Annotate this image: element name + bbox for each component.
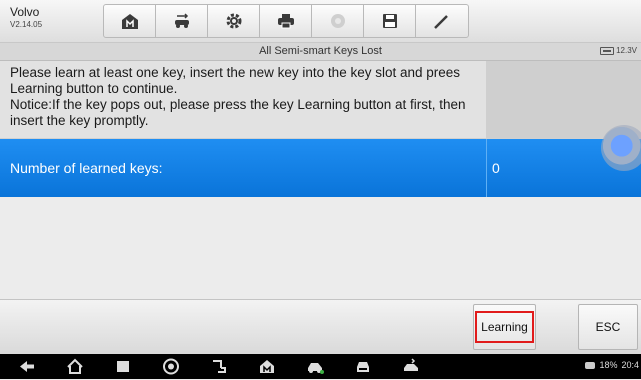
help-button[interactable] <box>312 5 364 37</box>
app-brand: Volvo V2.14.05 <box>10 6 42 30</box>
settings-button[interactable] <box>208 5 260 37</box>
floating-assist-button[interactable] <box>601 125 641 171</box>
recent-apps-icon[interactable] <box>114 358 132 375</box>
clock: 20:4 <box>621 360 639 370</box>
row-divider <box>486 139 487 197</box>
app-name: Volvo <box>10 5 40 19</box>
save-icon <box>382 14 397 28</box>
vehicle-swap-button[interactable] <box>156 5 208 37</box>
link-icon[interactable] <box>210 358 228 375</box>
vehicle-swap-icon <box>174 13 189 28</box>
car-front-icon[interactable] <box>354 358 372 375</box>
home-icon <box>121 14 138 29</box>
learning-button[interactable]: Learning <box>473 304 536 350</box>
top-toolbar: Volvo V2.14.05 <box>0 0 641 43</box>
battery-percent: 18% <box>599 360 618 370</box>
gear-icon <box>226 13 241 29</box>
home-icon[interactable] <box>66 358 84 375</box>
help-icon <box>330 14 345 28</box>
voltage-indicator: 12.3V <box>600 46 637 55</box>
app-home-icon[interactable] <box>258 358 276 375</box>
printer-icon <box>277 14 294 29</box>
battery-icon <box>600 46 615 55</box>
status-area: 18% 20:4 <box>585 360 639 370</box>
save-button[interactable] <box>364 5 416 37</box>
title-bar: All Semi-smart Keys Lost 12.3V <box>0 43 641 61</box>
car-icon[interactable] <box>306 358 324 375</box>
esc-button[interactable]: ESC <box>578 304 638 350</box>
browser-icon[interactable] <box>162 358 180 375</box>
message-icon <box>585 361 596 369</box>
tool-group <box>103 4 469 38</box>
system-nav-bar: 18% 20:4 <box>0 354 641 379</box>
page-title: All Semi-smart Keys Lost <box>259 45 382 57</box>
instruction-text: Please learn at least one key, insert th… <box>10 65 466 128</box>
back-icon[interactable] <box>18 358 36 375</box>
learned-keys-value: 0 <box>492 160 500 176</box>
message-row: Please learn at least one key, insert th… <box>0 61 641 139</box>
esc-button-label: ESC <box>595 320 621 334</box>
pen-icon <box>434 15 448 29</box>
car-tools-icon[interactable] <box>402 358 420 375</box>
learning-button-label: Learning <box>475 311 534 343</box>
app-version: V2.14.05 <box>10 20 43 29</box>
learned-keys-row[interactable]: Number of learned keys: 0 <box>0 139 641 197</box>
print-button[interactable] <box>260 5 312 37</box>
voltage-value: 12.3V <box>616 46 637 55</box>
bottom-button-bar: Learning ESC <box>0 299 641 355</box>
home-button[interactable] <box>104 5 156 37</box>
main-content: Please learn at least one key, insert th… <box>0 61 641 299</box>
learned-keys-label: Number of learned keys: <box>10 160 163 176</box>
pen-button[interactable] <box>416 5 468 37</box>
